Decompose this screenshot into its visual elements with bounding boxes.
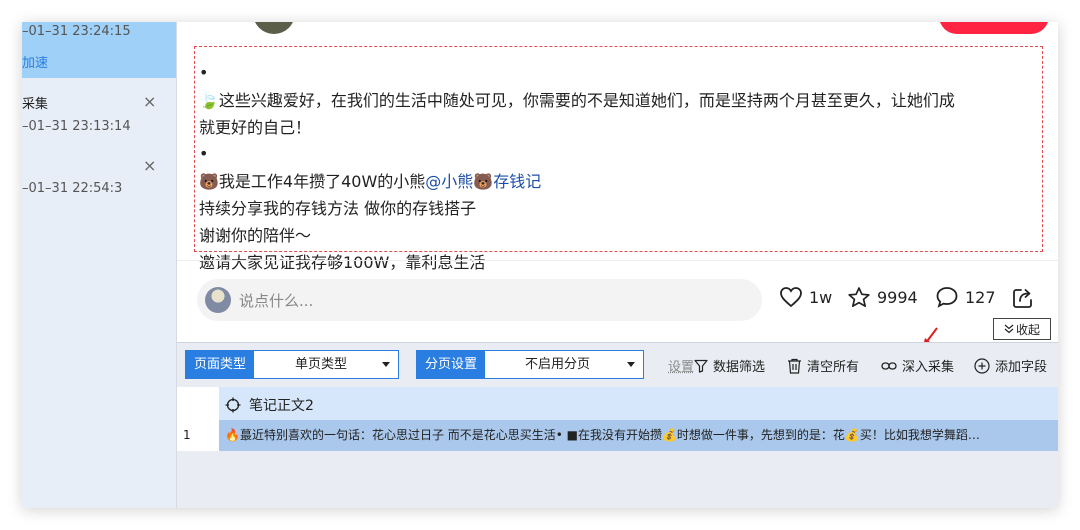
app-window: –01–31 23:24:15 加速 采集 × –01–31 23:13:14 … (22, 22, 1058, 508)
add-field-button[interactable]: 添加字段 (974, 356, 1047, 375)
sidebar-item-time: –01–31 22:54:3 (22, 181, 123, 196)
trash-icon (788, 358, 801, 374)
collect-button[interactable]: 9994 (847, 286, 918, 309)
comment-placeholder: 说点什么... (239, 292, 314, 310)
clear-all-label: 清空所有 (807, 360, 860, 375)
comment-icon (936, 287, 958, 308)
paging-value: 不启用分页 (525, 357, 591, 372)
comment-input[interactable]: 说点什么... (197, 279, 762, 321)
note-line: 持续分享我的存钱方法 做你的存钱搭子 (199, 199, 477, 218)
data-filter-label: 数据筛选 (713, 360, 766, 375)
page-type-value: 单页类型 (295, 357, 348, 372)
bear-icon: 🐻 (473, 172, 494, 191)
note-line: 🍃这些兴趣爱好，在我们的生活中随处可见，你需要的不是知道她们，而是坚持两个月甚至… (199, 89, 955, 113)
caret-down-icon (382, 362, 390, 367)
paging-select[interactable]: 分页设置 不启用分页 (416, 350, 644, 379)
sidebar-item-tag[interactable]: 加速 (22, 52, 48, 71)
star-count: 9994 (877, 288, 918, 307)
like-button[interactable]: 1w (779, 286, 832, 308)
task-sidebar: –01–31 23:24:15 加速 采集 × –01–31 23:13:14 … (22, 22, 177, 508)
note-text: 这些兴趣爱好，在我们的生活中随处可见，你需要的不是知道她们，而是坚持两个月甚至更… (218, 91, 955, 110)
note-bullet: • (199, 144, 209, 163)
caret-down-icon (627, 362, 635, 367)
star-icon (848, 287, 870, 308)
collapse-label: 收起 (1015, 322, 1040, 337)
note-detail: • 🍃这些兴趣爱好，在我们的生活中随处可见，你需要的不是知道她们，而是坚持两个月… (177, 22, 1058, 346)
clear-all-button[interactable]: 清空所有 (787, 356, 859, 375)
double-chevron-down-icon (1004, 324, 1014, 334)
scraper-panel: 页面类型 单页类型 分页设置 不启用分页 设置 数据筛选 清空所有 深入采集 添… (177, 342, 1058, 508)
page-type-select[interactable]: 页面类型 单页类型 (185, 350, 399, 379)
like-count: 1w (809, 287, 833, 307)
comment-button[interactable]: 127 (935, 286, 996, 308)
user-avatar (205, 287, 231, 313)
plus-circle-icon (974, 357, 990, 374)
table-header: 笔记正文2 (177, 387, 1058, 420)
divider (177, 260, 1058, 261)
sidebar-item-title[interactable]: 采集 (22, 93, 48, 112)
filter-icon (694, 359, 708, 373)
collapse-button[interactable]: 收起 (993, 318, 1051, 340)
close-icon[interactable]: × (143, 156, 156, 175)
note-line: 就更好的自己！ (199, 118, 312, 137)
note-bullet: • (199, 63, 209, 82)
sidebar-item-time: –01–31 23:24:15 (22, 24, 131, 39)
author-avatar[interactable] (253, 22, 295, 34)
table-row[interactable]: 1 🔥蕞近特别喜欢的一句话：花心思过日子 而不是花心思买生活• ■在我没有开始攒… (177, 420, 1058, 451)
leaf-icon: 🍃 (199, 91, 219, 110)
page-type-label: 页面类型 (186, 351, 255, 378)
comment-count: 127 (965, 287, 996, 307)
settings-link[interactable]: 设置 (668, 356, 694, 375)
note-line: 谢谢你的陪伴～ (199, 226, 312, 245)
share-button[interactable] (1011, 286, 1035, 314)
crosshair-icon (225, 397, 241, 413)
note-body-selection[interactable]: • 🍃这些兴趣爱好，在我们的生活中随处可见，你需要的不是知道她们，而是坚持两个月… (194, 46, 1043, 272)
follow-button[interactable] (939, 22, 1049, 34)
bear-icon: 🐻 (199, 172, 219, 191)
mention-link[interactable]: @小熊🐻存钱记 (425, 172, 541, 191)
deep-collect-label: 深入采集 (902, 360, 955, 375)
row-index-header (177, 387, 219, 420)
share-icon (1013, 289, 1032, 308)
note-text: 我是工作4年攒了40W的小熊 (218, 172, 426, 191)
row-index: 1 (177, 420, 219, 451)
heart-icon (780, 287, 802, 308)
column-header-label: 笔记正文2 (249, 398, 314, 414)
data-filter-button[interactable]: 数据筛选 (694, 356, 765, 375)
add-field-label: 添加字段 (995, 360, 1048, 375)
sidebar-item-time: –01–31 23:13:14 (22, 119, 131, 134)
deep-collect-button[interactable]: 深入采集 (881, 356, 954, 375)
close-icon[interactable]: × (143, 92, 156, 111)
column-header[interactable]: 笔记正文2 (225, 395, 314, 415)
note-line: 🐻我是工作4年攒了40W的小熊@小熊🐻存钱记 (199, 170, 541, 194)
link-icon (881, 361, 897, 370)
paging-label: 分页设置 (417, 351, 486, 378)
table-cell[interactable]: 🔥蕞近特别喜欢的一句话：花心思过日子 而不是花心思买生活• ■在我没有开始攒💰时… (225, 420, 1055, 451)
note-line: 邀请大家见证我存够100W，靠利息生活 (199, 253, 486, 272)
